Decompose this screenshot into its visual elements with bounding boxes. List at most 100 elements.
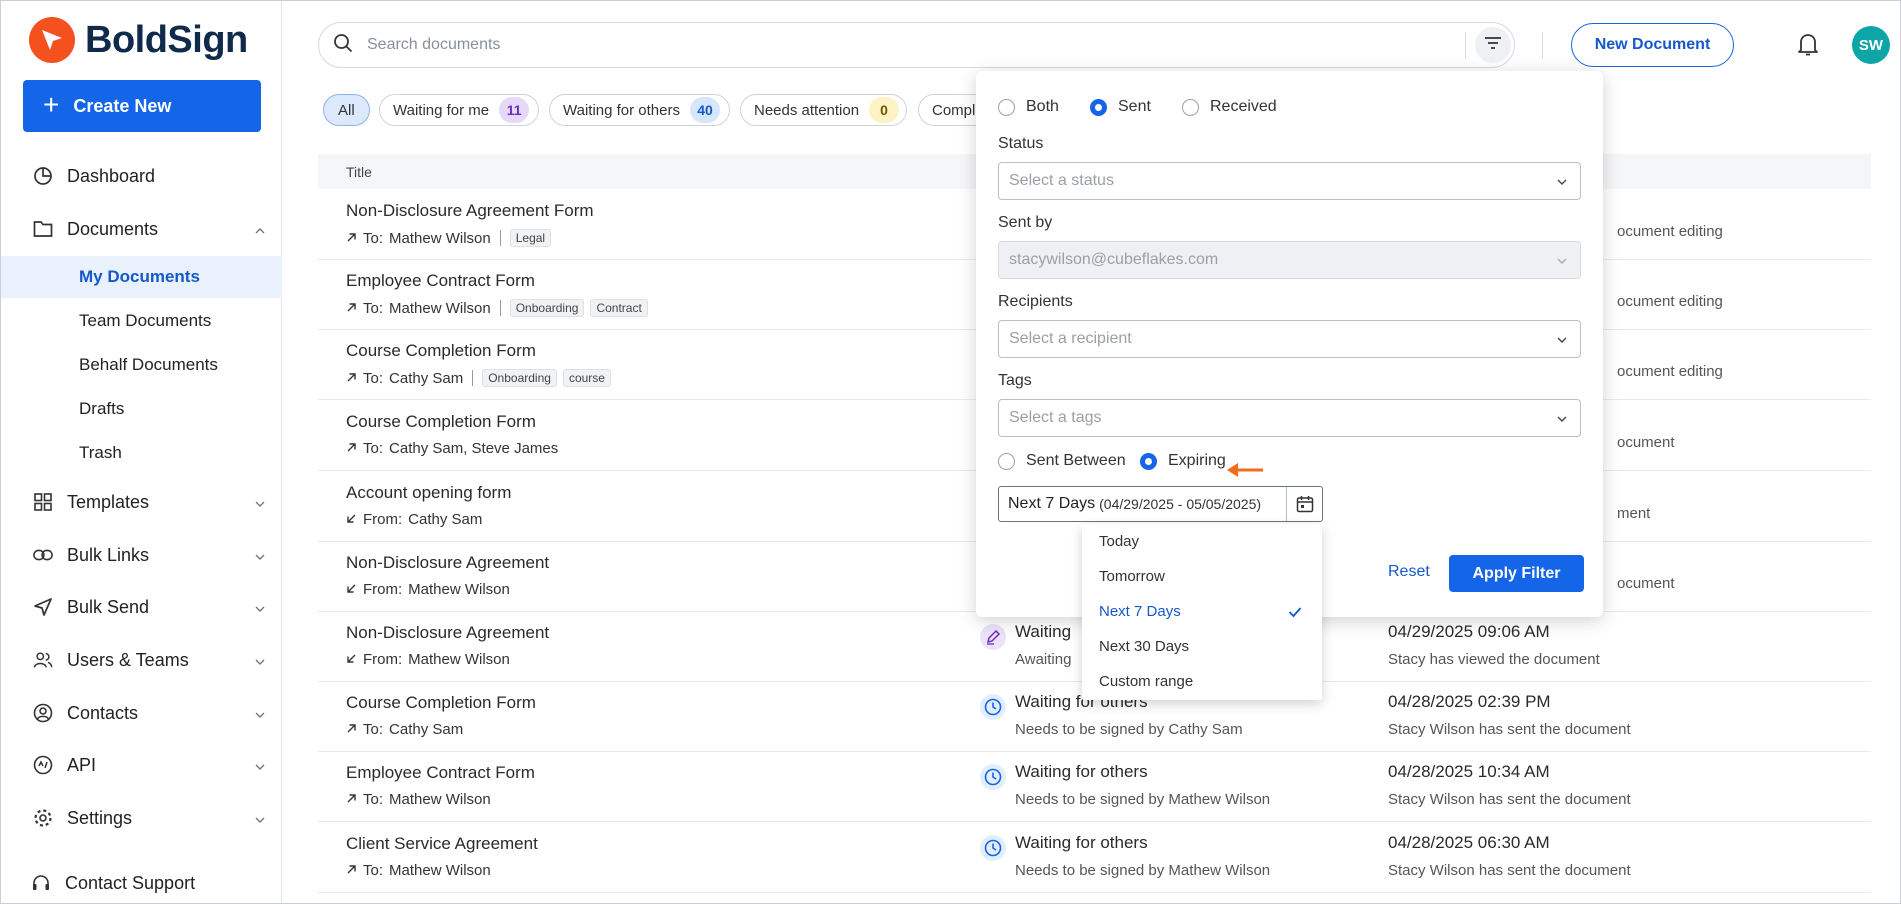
create-new-button[interactable]: + Create New: [23, 80, 261, 132]
range-option-today[interactable]: Today: [1082, 524, 1322, 559]
direction-label: To:: [363, 862, 384, 879]
chip-waiting-for-others[interactable]: Waiting for others 40: [549, 94, 730, 126]
date-range-text: (04/29/2025 - 05/05/2025): [1099, 496, 1262, 512]
status-text: Waiting: [1015, 622, 1072, 641]
chevron-down-icon: [254, 810, 266, 831]
radio-received[interactable]: Received: [1182, 98, 1277, 116]
filter-button[interactable]: [1475, 27, 1511, 63]
range-option-next-7-days[interactable]: Next 7 Days: [1082, 594, 1322, 629]
activity-text: Stacy Wilson has sent the document: [1388, 721, 1631, 738]
document-title[interactable]: Employee Contract Form: [346, 271, 535, 291]
chevron-down-icon: [254, 599, 266, 620]
document-title[interactable]: Course Completion Form: [346, 412, 536, 432]
radio-both[interactable]: Both: [998, 98, 1059, 116]
arrow-down-left-icon: [346, 511, 357, 528]
sidebar-item-bulk-send[interactable]: Bulk Send: [1, 585, 282, 629]
brand-name: BoldSign: [85, 18, 248, 61]
brand-logo[interactable]: BoldSign: [29, 17, 248, 63]
radio-label: Received: [1210, 98, 1277, 115]
radio-circle-selected: [1140, 452, 1157, 470]
document-title[interactable]: Account opening form: [346, 483, 511, 503]
chip-all[interactable]: All: [323, 94, 370, 126]
sidebar-item-dashboard[interactable]: Dashboard: [1, 154, 282, 198]
range-option-next-30-days[interactable]: Next 30 Days: [1082, 629, 1322, 664]
tags-placeholder: Select a tags: [1009, 409, 1102, 426]
sidebar-item-documents[interactable]: Documents: [1, 207, 282, 251]
chevron-down-icon: [254, 652, 266, 673]
chip-needs-attention[interactable]: Needs attention 0: [740, 94, 907, 126]
range-option-tomorrow[interactable]: Tomorrow: [1082, 559, 1322, 594]
radio-sent[interactable]: Sent: [1090, 98, 1151, 116]
radio-label: Sent: [1118, 98, 1151, 115]
apply-filter-button[interactable]: Apply Filter: [1449, 555, 1584, 592]
activity-date: 04/28/2025 02:39 PM: [1388, 692, 1551, 711]
people-names: Mathew Wilson: [389, 791, 491, 808]
document-title[interactable]: Non-Disclosure Agreement: [346, 623, 549, 643]
create-new-label: Create New: [73, 95, 172, 116]
new-document-button[interactable]: New Document: [1571, 23, 1734, 67]
document-recipients: To: Cathy Sam, Steve James: [346, 440, 558, 457]
document-title[interactable]: Client Service Agreement: [346, 834, 538, 854]
activity-text: ocument: [1617, 575, 1675, 592]
sidebar-item-label: Bulk Links: [67, 544, 150, 565]
sidebar-item-api[interactable]: API: [1, 743, 282, 787]
sidebar-item-label: Documents: [67, 218, 159, 239]
document-title[interactable]: Employee Contract Form: [346, 763, 535, 783]
chip-waiting-for-me[interactable]: Waiting for me 11: [379, 94, 539, 126]
sidebar-subitem-drafts[interactable]: Drafts: [1, 388, 282, 430]
direction-label: To:: [363, 440, 384, 457]
sidebar-subitem-team-documents[interactable]: Team Documents: [1, 300, 282, 342]
people-names: Mathew Wilson: [389, 862, 491, 879]
table-row[interactable]: Employee Contract Form To: Mathew Wilson Wa…: [318, 752, 1871, 822]
sidebar-item-settings[interactable]: Settings: [1, 796, 282, 840]
date-preset: Next 7 Days: [1008, 495, 1096, 512]
calendar-icon[interactable]: [1296, 495, 1314, 518]
bell-icon[interactable]: [1796, 31, 1820, 62]
direction-label: To:: [363, 229, 384, 247]
status-select[interactable]: Select a status: [998, 162, 1581, 200]
search-icon: [333, 33, 353, 58]
sidebar-item-contact-support[interactable]: Contact Support: [1, 861, 282, 903]
activity-date: 04/29/2025 09:06 AM: [1388, 622, 1550, 641]
tags-select[interactable]: Select a tags: [998, 399, 1581, 437]
search-input[interactable]: Search documents: [367, 36, 500, 54]
recipients-label: Recipients: [998, 293, 1073, 310]
sidebar-subitem-behalf-documents[interactable]: Behalf Documents: [1, 344, 282, 386]
reset-button[interactable]: Reset: [1388, 563, 1430, 581]
status-label: Status: [998, 135, 1044, 152]
document-title[interactable]: Course Completion Form: [346, 341, 536, 361]
tag-badge: Contract: [590, 299, 648, 317]
divider: [1465, 32, 1466, 58]
date-range-picker[interactable]: Next 7 Days (04/29/2025 - 05/05/2025): [998, 486, 1323, 522]
range-option-custom-range[interactable]: Custom range: [1082, 664, 1322, 699]
sidebar-item-users-teams[interactable]: Users & Teams: [1, 638, 282, 682]
chevron-up-icon: [254, 221, 266, 242]
recipients-select[interactable]: Select a recipient: [998, 320, 1581, 358]
activity-date: 04/28/2025 10:34 AM: [1388, 762, 1550, 781]
document-title[interactable]: Non-Disclosure Agreement: [346, 553, 549, 573]
activity-text: ment: [1617, 505, 1651, 522]
sidebar-item-contacts[interactable]: Contacts: [1, 691, 282, 735]
avatar[interactable]: SW: [1852, 26, 1890, 64]
date-range-dropdown: Today Tomorrow Next 7 Days Next 30 Days …: [1082, 524, 1322, 700]
search-bar[interactable]: Search documents: [318, 22, 1515, 68]
table-row[interactable]: Client Service Agreement To: Mathew Wilson…: [318, 823, 1871, 893]
arrow-up-right-icon: [346, 791, 357, 808]
people-names: Cathy Sam: [408, 511, 483, 528]
status-detail: Needs to be signed by Cathy Sam: [1015, 721, 1243, 738]
sidebar-item-bulk-links[interactable]: Bulk Links: [1, 533, 282, 577]
tag-badge: Onboarding: [482, 369, 557, 387]
tag-badge: course: [562, 369, 611, 387]
radio-sent-between[interactable]: Sent Between: [998, 452, 1126, 470]
clock-icon: [980, 835, 1006, 861]
sidebar-subitem-my-documents[interactable]: My Documents: [1, 256, 282, 298]
document-title[interactable]: Non-Disclosure Agreement Form: [346, 201, 594, 221]
sidebar-subitem-trash[interactable]: Trash: [1, 432, 282, 474]
app-window: BoldSign + Create New Dashboard Document…: [0, 0, 1901, 904]
arrow-down-left-icon: [346, 581, 357, 598]
document-title[interactable]: Course Completion Form: [346, 693, 536, 713]
sidebar-item-templates[interactable]: Templates: [1, 480, 282, 524]
radio-expiring[interactable]: Expiring: [1140, 452, 1226, 470]
count-badge: 40: [690, 97, 720, 123]
direction-label: To:: [363, 299, 384, 317]
